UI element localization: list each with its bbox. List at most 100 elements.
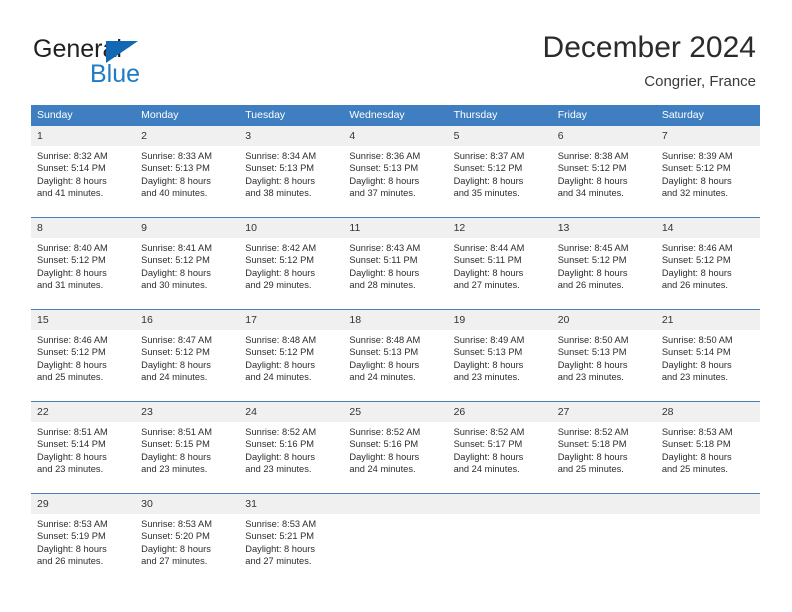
day-number: 25 [343, 402, 448, 422]
calendar-day-cell[interactable]: 23 Sunrise: 8:51 AM Sunset: 5:15 PM Dayligh… [135, 401, 240, 484]
day-cell-inner: 16 Sunrise: 8:47 AM Sunset: 5:12 PM Dayligh… [135, 310, 240, 392]
daylight-text-line2: and 26 minutes. [557, 280, 624, 291]
general-blue-logo[interactable]: General Blue [33, 36, 213, 88]
calendar-day-cell[interactable]: 1 Sunrise: 8:32 AM Sunset: 5:14 PM Daylight… [31, 126, 136, 208]
calendar-day-cell[interactable]: 8 Sunrise: 8:40 AM Sunset: 5:12 PM Daylight… [31, 217, 136, 300]
calendar-day-cell[interactable]: 31 Sunrise: 8:53 AM Sunset: 5:21 PM Dayligh… [239, 493, 344, 576]
day-cell-inner: 29 Sunrise: 8:53 AM Sunset: 5:19 PM Dayligh… [31, 494, 136, 576]
day-number: 11 [343, 218, 448, 238]
calendar-day-cell[interactable]: 20 Sunrise: 8:50 AM Sunset: 5:13 PM Dayligh… [551, 309, 656, 392]
calendar-day-cell[interactable]: 18 Sunrise: 8:48 AM Sunset: 5:13 PM Dayligh… [343, 309, 448, 392]
sunrise-text: Sunrise: 8:52 AM [557, 427, 629, 437]
calendar-day-cell[interactable]: 30 Sunrise: 8:53 AM Sunset: 5:20 PM Dayligh… [135, 493, 240, 576]
daylight-text-line2: and 30 minutes. [141, 280, 208, 291]
sunset-text: Sunset: 5:13 PM [453, 347, 523, 358]
sunset-text: Sunset: 5:16 PM [245, 439, 315, 450]
calendar-day-cell[interactable]: 15 Sunrise: 8:46 AM Sunset: 5:12 PM Dayligh… [31, 309, 136, 392]
calendar-day-cell[interactable]: 24 Sunrise: 8:52 AM Sunset: 5:16 PM Dayligh… [239, 401, 344, 484]
calendar-day-cell[interactable]: 11 Sunrise: 8:43 AM Sunset: 5:11 PM Dayligh… [343, 217, 448, 300]
week-spacer-cell [447, 484, 552, 494]
day-details [656, 514, 760, 518]
calendar-day-cell[interactable]: 12 Sunrise: 8:44 AM Sunset: 5:11 PM Dayligh… [447, 217, 552, 300]
sunset-text: Sunset: 5:14 PM [661, 347, 731, 358]
sunset-text: Sunset: 5:13 PM [245, 163, 315, 174]
calendar-day-cell[interactable]: 16 Sunrise: 8:47 AM Sunset: 5:12 PM Dayligh… [135, 309, 240, 392]
calendar-day-cell[interactable]: 25 Sunrise: 8:52 AM Sunset: 5:16 PM Dayligh… [343, 401, 448, 484]
calendar-day-cell[interactable]: 19 Sunrise: 8:49 AM Sunset: 5:13 PM Dayligh… [447, 309, 552, 392]
calendar-day-cell[interactable]: 13 Sunrise: 8:45 AM Sunset: 5:12 PM Dayligh… [551, 217, 656, 300]
sunset-text: Sunset: 5:18 PM [557, 439, 627, 450]
calendar-day-cell[interactable]: 4 Sunrise: 8:36 AM Sunset: 5:13 PM Daylight… [343, 126, 448, 208]
week-spacer-cell [655, 392, 760, 402]
day-number: 26 [447, 402, 552, 422]
page-title: December 2024 [542, 31, 756, 64]
day-number: 5 [447, 126, 552, 146]
calendar-day-cell[interactable]: 10 Sunrise: 8:42 AM Sunset: 5:12 PM Dayligh… [239, 217, 344, 300]
daylight-text-line1: Daylight: 8 hours [245, 267, 316, 278]
calendar-day-cell[interactable]: 17 Sunrise: 8:48 AM Sunset: 5:12 PM Dayligh… [239, 309, 344, 392]
sunrise-text: Sunrise: 8:50 AM [661, 335, 733, 345]
day-cell-inner: 17 Sunrise: 8:48 AM Sunset: 5:12 PM Dayligh… [239, 310, 344, 392]
day-details: Sunrise: 8:53 AM Sunset: 5:21 PM Daylight:… [239, 514, 343, 568]
week-spacer [31, 208, 760, 218]
day-details: Sunrise: 8:37 AM Sunset: 5:12 PM Daylight:… [448, 146, 552, 200]
week-spacer-cell [343, 392, 448, 402]
daylight-text-line2: and 26 minutes. [661, 280, 728, 291]
calendar-day-cell[interactable]: 6 Sunrise: 8:38 AM Sunset: 5:12 PM Daylight… [551, 126, 656, 208]
day-cell-inner [447, 494, 552, 576]
calendar-week-row: 29 Sunrise: 8:53 AM Sunset: 5:19 PM Dayligh… [31, 493, 760, 576]
calendar-day-cell[interactable]: 22 Sunrise: 8:51 AM Sunset: 5:14 PM Dayligh… [31, 401, 136, 484]
daylight-text-line1: Daylight: 8 hours [37, 451, 107, 462]
day-cell-inner: 7 Sunrise: 8:39 AM Sunset: 5:12 PM Daylight… [655, 126, 760, 208]
sunset-text: Sunset: 5:14 PM [37, 439, 106, 450]
calendar-day-cell[interactable]: 7 Sunrise: 8:39 AM Sunset: 5:12 PM Daylight… [655, 126, 760, 208]
daylight-text-line2: and 27 minutes. [245, 556, 312, 567]
daylight-text-line2: and 23 minutes. [661, 372, 728, 383]
calendar-week-row: 8 Sunrise: 8:40 AM Sunset: 5:12 PM Daylight… [31, 217, 760, 300]
sunrise-text: Sunrise: 8:38 AM [557, 151, 629, 161]
day-cell-inner [343, 494, 448, 576]
calendar-day-cell[interactable]: 9 Sunrise: 8:41 AM Sunset: 5:12 PM Daylight… [135, 217, 240, 300]
calendar-day-cell[interactable]: 2 Sunrise: 8:33 AM Sunset: 5:13 PM Daylight… [135, 126, 240, 208]
day-number [655, 494, 760, 514]
day-number: 28 [655, 402, 760, 422]
day-number: 30 [135, 494, 240, 514]
calendar-day-cell[interactable]: 5 Sunrise: 8:37 AM Sunset: 5:12 PM Daylight… [447, 126, 552, 208]
sunrise-text: Sunrise: 8:48 AM [349, 335, 421, 345]
day-number [551, 494, 656, 514]
calendar-day-cell[interactable]: 26 Sunrise: 8:52 AM Sunset: 5:17 PM Dayligh… [447, 401, 552, 484]
daylight-text-line2: and 24 minutes. [141, 372, 208, 383]
calendar-day-cell[interactable]: 14 Sunrise: 8:46 AM Sunset: 5:12 PM Dayligh… [655, 217, 760, 300]
day-cell-inner: 9 Sunrise: 8:41 AM Sunset: 5:12 PM Daylight… [135, 218, 240, 300]
week-spacer-cell [239, 484, 344, 494]
sunrise-text: Sunrise: 8:32 AM [37, 151, 108, 161]
week-spacer-cell [135, 300, 240, 310]
daylight-text-line1: Daylight: 8 hours [453, 175, 524, 186]
sunrise-text: Sunrise: 8:47 AM [141, 335, 212, 345]
daylight-text-line2: and 29 minutes. [245, 280, 312, 291]
week-spacer-cell [135, 208, 240, 218]
weekday-header-thursday: Thursday [447, 105, 552, 126]
day-number: 8 [31, 218, 136, 238]
daylight-text-line1: Daylight: 8 hours [37, 175, 107, 186]
daylight-text-line2: and 38 minutes. [245, 188, 312, 199]
day-cell-inner: 13 Sunrise: 8:45 AM Sunset: 5:12 PM Dayligh… [551, 218, 656, 300]
calendar-day-cell[interactable]: 3 Sunrise: 8:34 AM Sunset: 5:13 PM Daylight… [239, 126, 344, 208]
daylight-text-line1: Daylight: 8 hours [661, 451, 732, 462]
day-cell-inner [551, 494, 656, 576]
sunrise-text: Sunrise: 8:53 AM [245, 519, 317, 529]
calendar-day-cell[interactable]: 29 Sunrise: 8:53 AM Sunset: 5:19 PM Dayligh… [31, 493, 136, 576]
daylight-text-line2: and 31 minutes. [37, 280, 104, 291]
daylight-text-line2: and 23 minutes. [141, 464, 208, 475]
day-number: 24 [239, 402, 344, 422]
day-details: Sunrise: 8:43 AM Sunset: 5:11 PM Daylight:… [343, 238, 447, 292]
sunset-text: Sunset: 5:18 PM [661, 439, 731, 450]
sunrise-text: Sunrise: 8:46 AM [661, 243, 733, 253]
sunrise-text: Sunrise: 8:34 AM [245, 151, 317, 161]
day-cell-inner: 22 Sunrise: 8:51 AM Sunset: 5:14 PM Dayligh… [31, 402, 136, 484]
calendar-day-cell[interactable]: 28 Sunrise: 8:53 AM Sunset: 5:18 PM Dayligh… [655, 401, 760, 484]
calendar-day-cell[interactable]: 21 Sunrise: 8:50 AM Sunset: 5:14 PM Dayligh… [655, 309, 760, 392]
calendar-day-cell[interactable]: 27 Sunrise: 8:52 AM Sunset: 5:18 PM Dayligh… [551, 401, 656, 484]
daylight-text-line2: and 28 minutes. [349, 280, 416, 291]
week-spacer-cell [655, 300, 760, 310]
